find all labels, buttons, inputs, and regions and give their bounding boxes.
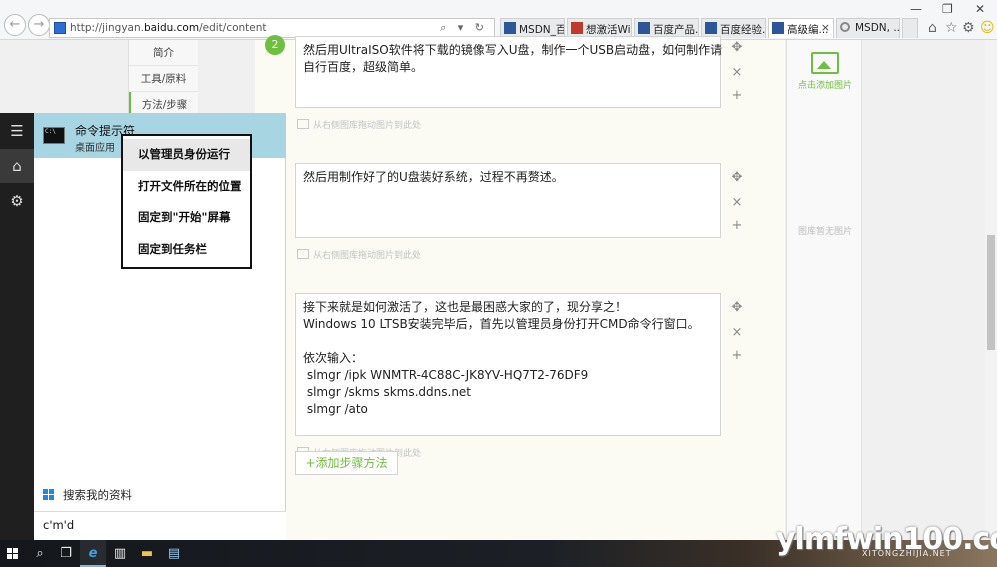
forward-arrow-icon: → xyxy=(33,17,45,32)
move-step-icon[interactable]: ✥ xyxy=(729,300,745,315)
nav-item-intro[interactable]: 简介 xyxy=(129,40,198,66)
menu-item-pin-to-start[interactable]: 固定到"开始"屏幕 xyxy=(123,202,250,234)
favorites-star-icon[interactable]: ☆ xyxy=(945,20,958,36)
add-picture-icon xyxy=(811,52,839,74)
search-icon[interactable]: ⌕ xyxy=(27,540,53,567)
menu-item-open-file-location[interactable]: 打开文件所在的位置 xyxy=(123,171,250,203)
gear-icon[interactable]: ⚙ xyxy=(0,184,34,218)
settings-gear-icon[interactable]: ⚙ xyxy=(962,20,975,36)
tab-favicon-icon xyxy=(772,22,784,34)
insert-step-icon[interactable]: + xyxy=(729,218,745,233)
tab-favicon-icon xyxy=(571,22,583,34)
image-library-empty-text: 图库暂无图片 xyxy=(797,227,852,237)
nav-item-tools[interactable]: 工具/原料 xyxy=(129,66,198,92)
tab-close-icon[interactable]: × xyxy=(821,21,830,34)
back-button[interactable]: ← xyxy=(4,14,26,36)
menu-item-run-as-admin[interactable]: 以管理员身份运行 xyxy=(123,139,250,171)
step-text-line: slmgr /ato xyxy=(303,402,368,416)
delete-step-icon[interactable]: × xyxy=(729,195,745,210)
step-number-badge: 2 xyxy=(265,35,285,55)
command-prompt-icon xyxy=(43,127,65,144)
home-icon[interactable]: ⌂ xyxy=(0,149,34,183)
scrollbar-thumb[interactable] xyxy=(987,235,995,350)
tab-advanced-editor[interactable]: 高级编... × xyxy=(768,18,834,38)
move-step-icon[interactable]: ✥ xyxy=(729,170,745,185)
file-explorer-icon[interactable]: ▬ xyxy=(134,540,160,567)
add-image-button[interactable]: 点击添加图片 xyxy=(787,48,863,102)
step-text-line: slmgr /skms skms.ddns.net xyxy=(303,385,472,399)
insert-step-icon[interactable]: + xyxy=(729,348,745,363)
start-search-input[interactable]: c'm'd xyxy=(34,511,286,540)
home-icon[interactable]: ⌂ xyxy=(928,20,937,36)
article-section-nav: 简介 工具/原料 方法/步骤 xyxy=(128,40,198,120)
image-placeholder-icon xyxy=(297,119,309,129)
image-library-panel: 点击添加图片 图库暂无图片 xyxy=(786,40,862,540)
move-step-icon[interactable]: ✥ xyxy=(729,40,745,55)
step-text-line: 接下来就是如何激活了，这也是最困惑大家的了，现分享之！ xyxy=(303,300,628,314)
step-3-textarea[interactable]: 然后用制作好了的U盘装好系统，过程不再赘述。 xyxy=(295,163,721,238)
forward-button[interactable]: → xyxy=(28,14,50,36)
step-4-textarea[interactable]: 接下来就是如何激活了，这也是最困惑大家的了，现分享之！ Windows 10 L… xyxy=(295,293,721,436)
image-drop-zone[interactable]: 从右侧图库拖动图片到此处 xyxy=(297,118,421,131)
delete-step-icon[interactable]: × xyxy=(729,325,745,340)
browser-toolbar: ← → http://jingyan.baidu.com/edit/conten… xyxy=(0,0,997,40)
menu-icon[interactable]: ☰ xyxy=(0,114,34,148)
step-text-line: 自行百度，超级简单。 xyxy=(303,60,424,74)
tab-favicon-icon xyxy=(705,22,717,34)
step-text-line: slmgr /ipk WNMTR-4C88C-JK8YV-HQ7T2-76DF9 xyxy=(303,368,589,382)
app-window-icon[interactable]: ▤ xyxy=(161,540,187,567)
step-text-line: 然后用UltraISO软件将下载的镜像写入U盘，制作一个USB启动盘，如何制作请 xyxy=(303,43,723,57)
start-button[interactable] xyxy=(0,540,26,567)
step-text-line: 然后用制作好了的U盘装好系统，过程不再赘述。 xyxy=(303,170,564,184)
store-app-icon[interactable]: ▥ xyxy=(107,540,133,567)
tab-msdn-2[interactable]: MSDN, ... xyxy=(836,18,900,38)
loading-spinner-icon xyxy=(840,22,850,32)
back-arrow-icon: ← xyxy=(9,17,21,32)
image-drop-zone[interactable]: 从右侧图库拖动图片到此处 xyxy=(297,248,421,261)
tab-baidu-jingyan[interactable]: 百度经验... xyxy=(701,18,766,38)
tab-msdn-1[interactable]: MSDN_百... xyxy=(500,18,565,38)
internet-explorer-icon[interactable]: e xyxy=(80,540,106,567)
tab-favicon-icon xyxy=(638,22,650,34)
tab-baidu-products[interactable]: 百度产品... xyxy=(634,18,699,38)
context-menu: 以管理员身份运行 打开文件所在的位置 固定到"开始"屏幕 固定到任务栏 xyxy=(121,134,252,269)
smiley-feedback-icon[interactable]: ☺ xyxy=(980,20,995,36)
close-window-icon[interactable]: ✕ xyxy=(975,2,985,16)
image-placeholder-icon xyxy=(297,249,309,259)
url-text: http://jingyan.baidu.com/edit/content xyxy=(70,22,267,34)
step-text-line: Windows 10 LTSB安装完毕后，首先以管理员身份打开CMD命令行窗口。 xyxy=(303,317,700,331)
restore-icon[interactable]: ❐ xyxy=(942,2,953,16)
watermark-sub: XITONGZHIJIA.NET xyxy=(862,549,952,558)
new-tab-button[interactable] xyxy=(902,18,918,38)
site-favicon-icon xyxy=(54,22,66,34)
result-app-type: 桌面应用 xyxy=(75,143,115,154)
start-menu-rail: ☰ ⌂ ⚙ xyxy=(0,113,34,540)
minimize-icon[interactable]: — xyxy=(910,2,922,16)
search-my-profile[interactable]: 搜索我的资料 xyxy=(34,483,286,509)
address-search-refresh-icon[interactable]: ⌕ ▾ ↻ xyxy=(440,21,488,35)
step-2-textarea[interactable]: 然后用UltraISO软件将下载的镜像写入U盘，制作一个USB启动盘，如何制作请… xyxy=(295,36,723,108)
add-step-button[interactable]: +添加步骤方法 xyxy=(295,451,398,475)
page-scrollbar[interactable] xyxy=(985,40,997,540)
task-view-icon[interactable]: ❐ xyxy=(53,540,79,567)
step-text-line: 依次输入： xyxy=(303,351,364,365)
search-query-text: c'm'd xyxy=(43,518,75,532)
delete-step-icon[interactable]: × xyxy=(729,65,745,80)
menu-item-pin-to-taskbar[interactable]: 固定到任务栏 xyxy=(123,234,250,266)
tab-favicon-icon xyxy=(504,22,516,34)
insert-step-icon[interactable]: + xyxy=(729,88,745,103)
step-text-line xyxy=(303,333,713,350)
tab-activate-windows[interactable]: 想激活Wi... xyxy=(567,18,632,38)
windows-logo-icon xyxy=(43,489,54,500)
